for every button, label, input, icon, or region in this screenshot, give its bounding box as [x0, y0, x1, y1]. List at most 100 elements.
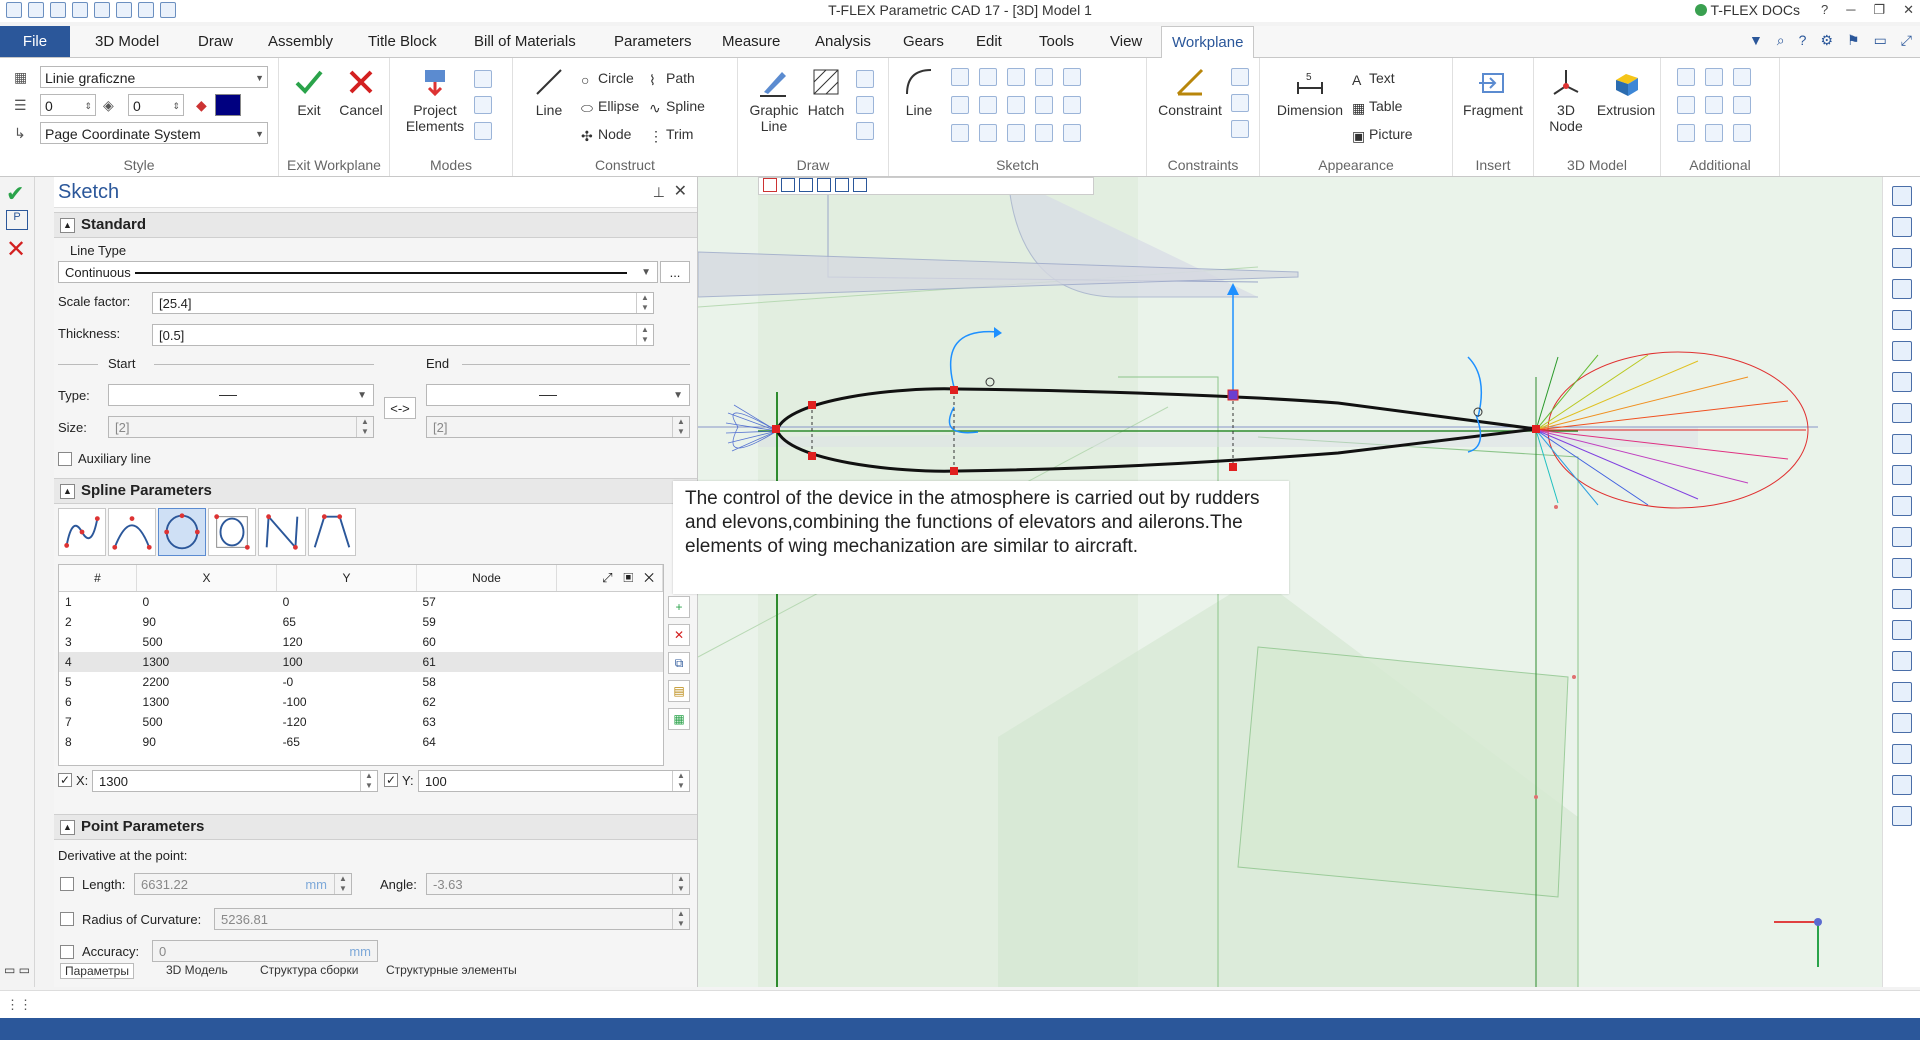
section-icon[interactable]	[1892, 496, 1912, 516]
y-checkbox[interactable]: ✓	[384, 773, 398, 787]
table-row[interactable]: 2 90 65 59	[59, 612, 663, 632]
trapezoid-spline-button[interactable]	[308, 508, 356, 556]
scale-input[interactable]: [25.4] ▲ ▼	[152, 292, 654, 314]
additional-icon-2[interactable]	[1705, 68, 1723, 86]
additional-icon-6[interactable]	[1733, 96, 1751, 114]
circle-outline-icon[interactable]	[979, 68, 997, 86]
trim-button[interactable]: ⋮ Trim	[649, 126, 693, 144]
tab-measure[interactable]: Measure	[712, 26, 790, 57]
additional-icon-1[interactable]	[1677, 68, 1695, 86]
palette-icon[interactable]: ◆	[196, 97, 207, 114]
view-icon[interactable]	[1892, 186, 1912, 206]
mode-icon-1[interactable]	[474, 70, 492, 88]
tab-assembly-structure-ru[interactable]: Структура сборки	[260, 963, 358, 977]
point-section-header[interactable]: ▲ Point Parameters	[54, 814, 697, 840]
zoom-fit-icon[interactable]	[1892, 310, 1912, 330]
mode-icon-2[interactable]	[474, 96, 492, 114]
extrusion-button[interactable]: Extrusion	[1594, 66, 1658, 118]
docs-button[interactable]: T-FLEX DOCs	[1694, 2, 1800, 18]
length-input[interactable]: 6631.22 mm ▲ ▼	[134, 873, 352, 895]
ellipse-button[interactable]: ⬭ Ellipse	[581, 98, 639, 116]
snap-icon-3[interactable]	[799, 178, 813, 192]
rotate-2-icon[interactable]	[1892, 620, 1912, 640]
circle-center-icon[interactable]	[951, 96, 969, 114]
node-button[interactable]: ✣ Node	[581, 126, 631, 144]
constraint-button[interactable]: Constraint	[1155, 66, 1225, 118]
sketch-line-button[interactable]: Line	[899, 66, 939, 118]
ok-icon[interactable]: ✔	[6, 181, 24, 207]
tab-file[interactable]: File	[0, 26, 70, 57]
layer-combo[interactable]: Linie graficzne ▼	[40, 66, 268, 88]
target-icon[interactable]	[1063, 124, 1081, 142]
cube-icon[interactable]	[1892, 434, 1912, 454]
thickness-input[interactable]: [0.5] ▲ ▼	[152, 324, 654, 346]
flag-icon[interactable]: ⚑	[1847, 32, 1860, 49]
zoom-window-icon[interactable]	[1892, 279, 1912, 299]
additional-icon-7[interactable]	[1677, 124, 1695, 142]
start-size-input[interactable]: [2] ▲ ▼	[108, 416, 374, 438]
project-elements-button[interactable]: Project Elements	[402, 66, 468, 134]
line-type-more-button[interactable]: ...	[660, 261, 690, 283]
x-checkbox[interactable]: ✓	[58, 773, 72, 787]
tab-analysis[interactable]: Analysis	[805, 26, 881, 57]
mode-icon-3[interactable]	[474, 122, 492, 140]
offset-icon[interactable]	[1063, 96, 1081, 114]
ellipse-outline-icon[interactable]	[979, 96, 997, 114]
glasses-3-icon[interactable]	[1892, 403, 1912, 423]
auxiliary-checkbox[interactable]	[58, 452, 72, 466]
list-icon[interactable]	[1892, 527, 1912, 547]
open-spline-button[interactable]	[58, 508, 106, 556]
standard-section-header[interactable]: ▲ Standard	[54, 212, 697, 238]
3d-node-button[interactable]: 3D Node	[1542, 66, 1590, 134]
spline-button[interactable]: ∿ Spline	[649, 98, 705, 116]
close-panel-icon[interactable]: ✕	[674, 177, 687, 207]
paste-point-icon[interactable]: ▤	[668, 680, 690, 702]
text-a-icon[interactable]	[1892, 775, 1912, 795]
closed-spline-button[interactable]	[158, 508, 206, 556]
line-type-combo[interactable]: Continuous ▼	[58, 261, 658, 283]
restore-button[interactable]: ❐	[1873, 2, 1885, 18]
glasses-icon[interactable]	[1892, 341, 1912, 361]
spline-sketch-icon[interactable]	[951, 124, 969, 142]
help-icon[interactable]: ?	[1799, 32, 1807, 49]
tab-edit[interactable]: Edit	[966, 26, 1012, 57]
table-button[interactable]: ▦ Table	[1352, 98, 1402, 116]
table-row[interactable]: 5 2200 -0 58	[59, 672, 663, 692]
col-y[interactable]: Y	[276, 565, 417, 592]
end-size-input[interactable]: [2] ▲ ▼	[426, 416, 690, 438]
polyline-spline-button[interactable]	[258, 508, 306, 556]
circle-button[interactable]: ○ Circle	[581, 70, 634, 88]
glasses-2-icon[interactable]	[1892, 372, 1912, 392]
fragment-button[interactable]: Fragment	[1459, 66, 1527, 118]
spline-section-header[interactable]: ▲ Spline Parameters	[54, 478, 697, 504]
additional-icon-4[interactable]	[1677, 96, 1695, 114]
swap-button[interactable]: <->	[384, 397, 416, 419]
help-button[interactable]: ?	[1821, 2, 1828, 18]
green-box-icon[interactable]	[1892, 744, 1912, 764]
additional-icon-8[interactable]	[1705, 124, 1723, 142]
y-input[interactable]: 100 ▲ ▼	[418, 770, 690, 792]
delete-icon[interactable]: ✕	[644, 570, 654, 585]
draw-icon-1[interactable]	[856, 70, 874, 88]
thickness-spin[interactable]: ▲ ▼	[636, 325, 653, 345]
layout-icon[interactable]: ▭	[1874, 32, 1887, 49]
zoom-icon[interactable]	[1892, 248, 1912, 268]
mirror-icon[interactable]	[1007, 124, 1025, 142]
layout-toggle-icon[interactable]: ▭ ▭	[4, 963, 30, 977]
pattern-icon[interactable]	[1035, 124, 1053, 142]
tab-tools[interactable]: Tools	[1029, 26, 1084, 57]
search-icon[interactable]: ⌕	[1777, 32, 1785, 49]
snap-icon-2[interactable]	[781, 178, 795, 192]
tab-bill-of-materials[interactable]: Bill of Materials	[464, 26, 586, 57]
yellow-box-icon[interactable]	[1892, 682, 1912, 702]
tab-gears[interactable]: Gears	[893, 26, 954, 57]
color-swatch[interactable]	[215, 94, 241, 116]
rotate-icon[interactable]	[1892, 589, 1912, 609]
arch-spline-button[interactable]	[108, 508, 156, 556]
additional-icon-5[interactable]	[1705, 96, 1723, 114]
accuracy-checkbox[interactable]	[60, 945, 74, 959]
expand-icon[interactable]: ⤢	[602, 570, 612, 585]
text-button[interactable]: A Text	[1352, 70, 1395, 88]
picture-button[interactable]: ▣ Picture	[1352, 126, 1413, 144]
box-icon[interactable]	[1892, 651, 1912, 671]
